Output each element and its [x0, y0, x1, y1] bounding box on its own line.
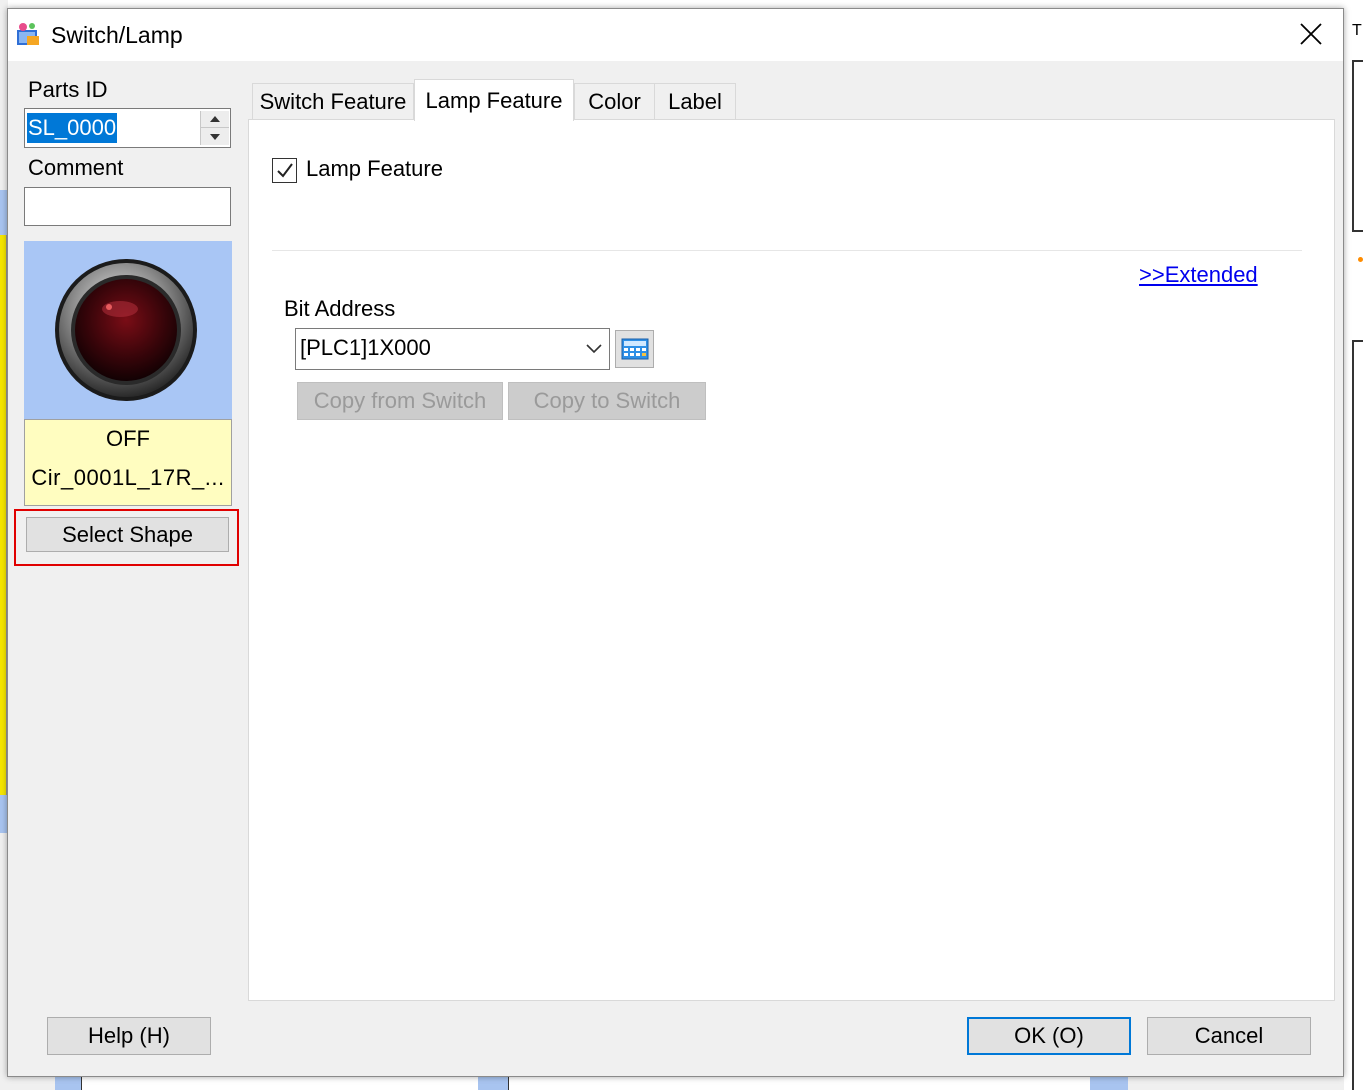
- lamp-feature-checkbox-label[interactable]: Lamp Feature: [306, 156, 443, 182]
- background-panel: [1352, 60, 1363, 232]
- background-cell: [0, 190, 7, 235]
- bit-address-combobox[interactable]: [PLC1]1X000: [295, 328, 610, 370]
- parts-id-spinner[interactable]: [200, 111, 229, 145]
- arrow-down-icon: [210, 133, 220, 140]
- title-bar: Switch/Lamp: [8, 9, 1343, 61]
- bit-address-value: [PLC1]1X000: [300, 335, 431, 360]
- lamp-feature-panel: Lamp Feature >>Extended Bit Address [PLC…: [248, 119, 1335, 1001]
- keypad-icon: [621, 338, 648, 360]
- preview-shape-name: Cir_0001L_17R_...: [31, 465, 225, 490]
- address-input-button[interactable]: [615, 330, 654, 368]
- copy-from-switch-button[interactable]: Copy from Switch: [297, 382, 503, 420]
- help-button[interactable]: Help (H): [47, 1017, 211, 1055]
- close-button[interactable]: [1279, 9, 1343, 59]
- separator: [272, 250, 1302, 251]
- lamp-feature-checkbox[interactable]: [272, 158, 297, 183]
- parts-id-label: Parts ID: [28, 77, 108, 102]
- lamp-shape-image: [55, 259, 197, 401]
- spin-up-button[interactable]: [201, 111, 229, 128]
- close-icon: [1300, 23, 1322, 45]
- background-text: T: [1352, 22, 1362, 39]
- parts-id-value: SL_0000: [27, 113, 118, 143]
- parts-id-input[interactable]: SL_0000: [24, 108, 231, 148]
- shape-caption: OFF Cir_0001L_17R_...: [24, 419, 232, 506]
- tab-color[interactable]: Color: [574, 83, 655, 120]
- comment-label: Comment: [28, 155, 124, 180]
- bit-address-label: Bit Address: [284, 296, 396, 321]
- app-icon: [17, 23, 39, 45]
- arrow-up-icon: [210, 116, 220, 122]
- chevron-down-icon[interactable]: [585, 341, 603, 355]
- shape-preview: [24, 241, 232, 419]
- background-app-bottom: [0, 1077, 1344, 1090]
- background-cell: [0, 795, 7, 833]
- check-icon: [277, 163, 293, 178]
- switch-lamp-dialog: Switch/Lamp Parts ID SL_0000 Comment OFF…: [7, 8, 1344, 1077]
- window-title: Switch/Lamp: [51, 22, 183, 48]
- background-panel: [1352, 340, 1363, 1090]
- extended-link[interactable]: >>Extended: [1139, 262, 1258, 288]
- ok-button[interactable]: OK (O): [967, 1017, 1131, 1055]
- cancel-button[interactable]: Cancel: [1147, 1017, 1311, 1055]
- tab-label[interactable]: Label: [654, 83, 736, 120]
- background-cell: [0, 235, 7, 795]
- spin-down-button[interactable]: [201, 128, 229, 145]
- background-marker: [1358, 257, 1363, 262]
- copy-to-switch-button[interactable]: Copy to Switch: [508, 382, 706, 420]
- tab-switch-feature[interactable]: Switch Feature: [252, 83, 414, 120]
- comment-input[interactable]: [24, 187, 231, 226]
- preview-state: OFF: [106, 426, 150, 451]
- tab-lamp-feature[interactable]: Lamp Feature: [414, 79, 574, 121]
- select-shape-button[interactable]: Select Shape: [26, 517, 229, 552]
